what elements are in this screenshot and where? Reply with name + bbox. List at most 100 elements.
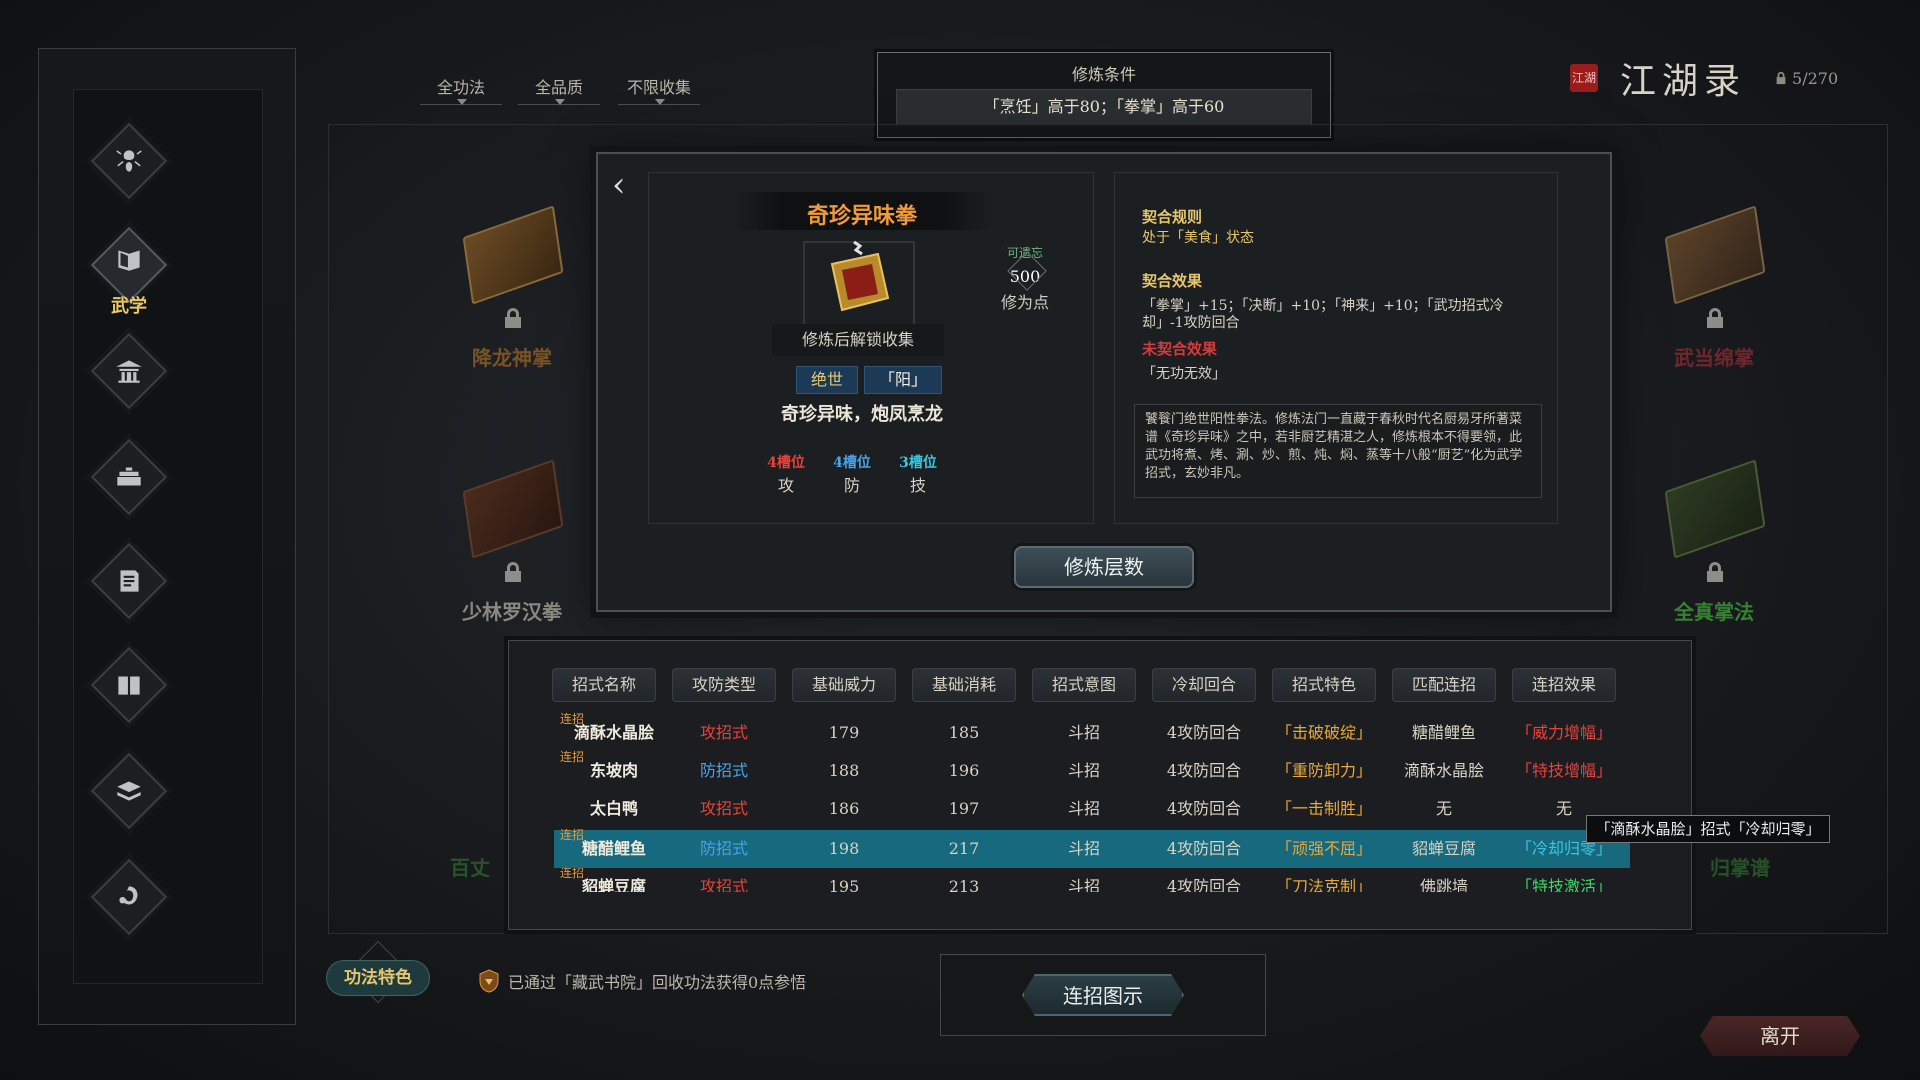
cultivate-level-button[interactable]: 修炼层数 xyxy=(1014,546,1194,588)
scroll-icon xyxy=(803,240,915,329)
column-header[interactable]: 连招效果 xyxy=(1512,668,1616,702)
cell-match: 貂蝉豆腐 xyxy=(1411,839,1476,858)
cell-match: 糖醋鲤鱼 xyxy=(1411,723,1476,742)
recycle-notice-text: 已通过「藏武书院」回收功法获得0点参悟 xyxy=(508,973,807,992)
slot-kind: 防 xyxy=(843,476,860,495)
cell-name: 太白鸭 xyxy=(589,799,638,818)
cell-feat: 「重防卸力」 xyxy=(1275,761,1372,780)
cell-power: 186 xyxy=(828,799,860,818)
seal-logo: 江湖 xyxy=(1570,64,1598,92)
book-name: 全真掌法 xyxy=(1674,600,1754,624)
slot-kind: 技 xyxy=(909,476,926,495)
column-header[interactable]: 招式特色 xyxy=(1272,668,1376,702)
kungfu-motto: 奇珍异味，炮凤烹龙 xyxy=(781,404,943,425)
kungfu-description: 饕餮门绝世阳性拳法。修炼法门一直藏于春秋时代名厨易牙所著菜谱《奇珍异味》之中，若… xyxy=(1134,404,1542,498)
sidebar-item-stack[interactable] xyxy=(88,750,170,832)
cell-effect: 「特技增幅」 xyxy=(1515,761,1612,780)
book-item[interactable] xyxy=(1654,454,1774,582)
slot-count: 4槽位 xyxy=(767,455,805,471)
condition-title: 修炼条件 xyxy=(1071,65,1136,84)
treasure-icon xyxy=(117,467,141,486)
book-name: 归掌谱 xyxy=(1710,856,1770,880)
collection-count-value: 5/270 xyxy=(1792,68,1839,88)
slot-count: 4槽位 xyxy=(833,455,871,471)
unfit-effect-heading: 未契合效果 xyxy=(1142,340,1218,358)
column-header[interactable]: 基础威力 xyxy=(792,668,896,702)
cell-match: 滴酥水晶脍 xyxy=(1403,761,1484,780)
filter-collection[interactable]: 不限收集 xyxy=(618,74,700,105)
yang-tag: 「阳」 xyxy=(864,366,943,394)
kungfu-feature-button[interactable]: 功法特色 xyxy=(326,960,430,996)
shield-badge-icon xyxy=(479,969,499,993)
book-item[interactable] xyxy=(452,200,572,328)
column-header[interactable]: 基础消耗 xyxy=(912,668,1016,702)
sidebar-item-martial[interactable]: 武学 xyxy=(88,224,170,317)
filter-all-methods[interactable]: 全功法 xyxy=(420,74,502,105)
column-header[interactable]: 攻防类型 xyxy=(672,668,776,702)
cell-name: 滴酥水晶脍 xyxy=(573,723,654,742)
rarity-tag: 绝世 xyxy=(796,366,859,394)
manual-icon xyxy=(120,570,139,592)
combo-diagram-button[interactable]: 连招图示 xyxy=(1022,974,1184,1016)
sidebar-item-pavilion[interactable] xyxy=(88,330,170,412)
column-header[interactable]: 招式意图 xyxy=(1032,668,1136,702)
book-name: 百丈 xyxy=(450,856,490,880)
cell-cost: 217 xyxy=(948,839,980,858)
cell-feat: 「击破破绽」 xyxy=(1275,723,1372,742)
table-row[interactable]: 连招 糖醋鲤鱼 防招式 198 217 斗招 4攻防回合 「顽强不屈」 貂蝉豆腐 「冷却归零」 xyxy=(554,828,1630,868)
cell-match: 佛跳墙 xyxy=(1419,877,1468,892)
fit-rule-heading: 契合规则 xyxy=(1142,208,1203,226)
cell-power: 195 xyxy=(828,877,860,892)
table-row[interactable]: 太白鸭 攻招式 186 197 斗招 4攻防回合 「一击制胜」无无 xyxy=(554,790,1630,828)
forget-cost-value: 500 xyxy=(1005,263,1045,289)
cell-name: 糖醋鲤鱼 xyxy=(581,839,646,858)
sidebar-item-manual[interactable] xyxy=(88,540,170,622)
forget-cost: 可遗忘 500 修为点 xyxy=(996,244,1054,313)
back-arrow-icon[interactable]: ‹ xyxy=(612,168,638,202)
cell-effect: 「特技激活」 xyxy=(1515,877,1612,892)
cell-effect: 「威力增幅」 xyxy=(1515,723,1612,742)
cell-name: 东坡肉 xyxy=(589,761,638,780)
cell-type: 防招式 xyxy=(699,761,748,780)
sidebar-item-book[interactable] xyxy=(88,644,170,726)
sidebar-item-treasure[interactable] xyxy=(88,436,170,518)
cell-type: 攻招式 xyxy=(699,723,748,742)
slot-defense: 4槽位 防 xyxy=(822,452,882,496)
book-name: 降龙神掌 xyxy=(472,346,552,370)
cell-cost: 197 xyxy=(948,799,980,818)
table-row[interactable]: 连招 貂蝉豆腐 攻招式 195 213 斗招 4攻防回合 「刀法克制」 佛跳墙 「特技激活」 xyxy=(554,868,1630,892)
column-header[interactable]: 冷却回合 xyxy=(1152,668,1256,702)
collection-count: 5/270 xyxy=(1774,69,1838,88)
kungfu-tags: 绝世 「阳」 xyxy=(796,366,943,394)
cell-intent: 斗招 xyxy=(1067,877,1100,892)
cell-power: 198 xyxy=(828,839,860,858)
cell-cd: 4攻防回合 xyxy=(1166,761,1242,780)
cell-intent: 斗招 xyxy=(1067,839,1100,858)
cell-intent: 斗招 xyxy=(1067,723,1100,742)
game-screen: 武学 全功法 全品质 不限收集 修炼条件 「烹饪」高于80；「拳掌」高于60 江… xyxy=(0,0,1920,1080)
page-header: 江湖 江湖录 5/270 xyxy=(1570,55,1838,102)
sidebar-item-dragon[interactable] xyxy=(88,856,170,938)
filter-all-quality[interactable]: 全品质 xyxy=(518,74,600,105)
cell-cost: 196 xyxy=(948,761,980,780)
pavilion-icon xyxy=(116,360,142,383)
page-title: 江湖录 xyxy=(1620,61,1747,102)
column-header[interactable]: 招式名称 xyxy=(552,668,656,702)
cell-feat: 「刀法克制」 xyxy=(1275,877,1372,892)
cell-type: 攻招式 xyxy=(699,877,748,892)
book-item[interactable] xyxy=(452,454,572,582)
slot-kind: 攻 xyxy=(777,476,794,495)
book-item[interactable] xyxy=(1654,200,1774,328)
cell-cd: 4攻防回合 xyxy=(1166,799,1242,818)
fit-rule-text: 处于「美食」状态 xyxy=(1142,230,1254,246)
table-row[interactable]: 连招 滴酥水晶脍 攻招式 179 185 斗招 4攻防回合 「击破破绽」 糖醋鲤鱼 「威力增幅」 xyxy=(554,712,1630,752)
cell-match: 无 xyxy=(1435,799,1452,818)
cell-cost: 185 xyxy=(948,723,980,742)
column-header[interactable]: 匹配连招 xyxy=(1392,668,1496,702)
unfit-effect-text: 「无功无效」 xyxy=(1142,366,1226,382)
slot-count: 3槽位 xyxy=(899,455,937,471)
table-row[interactable]: 连招 东坡肉 防招式 188 196 斗招 4攻防回合 「重防卸力」 滴酥水晶脍 「特技增幅」 xyxy=(554,750,1630,790)
sidebar-item-scorpion[interactable] xyxy=(88,120,170,202)
leave-button[interactable]: 离开 xyxy=(1700,1016,1860,1056)
forget-cost-unit: 修为点 xyxy=(1000,293,1049,312)
